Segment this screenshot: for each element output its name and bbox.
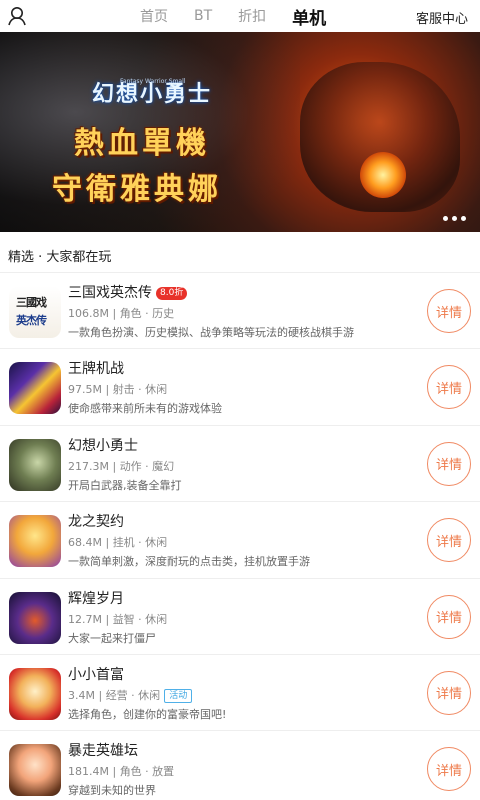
game-name: 暴走英雄坛 xyxy=(68,743,138,760)
top-bar: 首页 BT 折扣 单机 客服中心 xyxy=(0,0,480,35)
promo-banner[interactable]: 幻想小勇士 Fantasy Warrior Small 熱血單機 守衛雅典娜 xyxy=(0,32,480,232)
banner-page-indicator xyxy=(439,216,466,221)
game-size: 217.3M xyxy=(68,459,109,473)
game-meta: 68.4M | 挂机 · 休闲 xyxy=(68,536,168,550)
game-icon-longzhi xyxy=(9,515,61,568)
game-categories: 角色 · 历史 xyxy=(119,307,175,320)
user-icon[interactable] xyxy=(6,4,30,28)
game-name: 王牌机战 xyxy=(68,361,124,378)
list-item[interactable]: 幻想小勇士 217.3M | 动作 · 魔幻 开局白武器,装备全靠打 详情 xyxy=(0,426,480,503)
banner-fire-orb xyxy=(360,152,406,198)
details-button[interactable]: 详情 xyxy=(427,289,471,333)
discount-badge: 8.0折 xyxy=(156,287,188,300)
page-dot xyxy=(443,216,448,221)
event-tag: 活动 xyxy=(164,688,193,703)
game-meta: 181.4M | 角色 · 放置 xyxy=(68,765,175,779)
details-button[interactable]: 详情 xyxy=(427,365,471,410)
section-title: 精选 · 大家都在玩 xyxy=(8,250,112,265)
game-categories: 动作 · 魔幻 xyxy=(119,459,175,473)
game-size: 68.4M xyxy=(68,536,102,550)
banner-slogan-line-2: 守衛雅典娜 xyxy=(52,172,222,207)
game-categories: 经营 · 休闲 xyxy=(105,688,161,702)
page-dot xyxy=(461,216,466,221)
game-icon-sanguoxi: 三國戏 英杰传 xyxy=(9,286,61,338)
list-item[interactable]: 辉煌岁月 12.7M | 益智 · 休闲 大家一起来打僵尸 详情 xyxy=(0,579,480,655)
tab-bt[interactable]: BT xyxy=(194,8,212,24)
game-description: 开局白武器,装备全靠打 xyxy=(68,478,182,492)
game-meta: 97.5M | 射击 · 休闲 xyxy=(68,383,168,397)
game-name: 龙之契约 xyxy=(68,514,124,531)
game-description: 大家一起来打僵尸 xyxy=(68,631,156,645)
game-icon-baozou xyxy=(9,744,61,797)
list-item[interactable]: 王牌机战 97.5M | 射击 · 休闲 使命感带来前所未有的游戏体验 详情 xyxy=(0,349,480,426)
game-name: 小小首富 xyxy=(68,666,124,683)
game-meta: 106.8M | 角色 · 历史 xyxy=(68,307,175,320)
game-size: 3.4M xyxy=(68,688,95,702)
list-item[interactable]: 小小首富 3.4M | 经营 · 休闲 活动 选择角色，创建你的富豪帝国吧! 详情 xyxy=(0,655,480,732)
game-categories: 射击 · 休闲 xyxy=(112,383,168,397)
list-item[interactable]: 龙之契约 68.4M | 挂机 · 休闲 一款简单刺激，深度耐玩的点击类，挂机放… xyxy=(0,502,480,579)
banner-slogan-line-1: 熱血單機 xyxy=(74,126,210,161)
list-item[interactable]: 暴走英雄坛 181.4M | 角色 · 放置 穿越到未知的世界 详情 xyxy=(0,731,480,800)
details-button[interactable]: 详情 xyxy=(427,594,471,639)
game-name-text: 三国戏英杰传 xyxy=(68,285,152,301)
game-meta: 12.7M | 益智 · 休闲 xyxy=(68,612,168,626)
banner-logo-subtitle: Fantasy Warrior Small xyxy=(120,78,186,85)
icon-lettering: 英杰传 xyxy=(16,314,47,327)
game-size: 106.8M xyxy=(68,307,109,320)
page-dot xyxy=(452,216,457,221)
game-name: 辉煌岁月 xyxy=(68,590,124,607)
game-name: 三国戏英杰传 8.0折 xyxy=(68,282,188,302)
game-categories: 挂机 · 休闲 xyxy=(112,536,168,550)
game-description: 一款角色扮演、历史模拟、战争策略等玩法的硬核战棋手游 xyxy=(68,326,354,339)
customer-service-link[interactable]: 客服中心 xyxy=(416,8,468,27)
tab-home[interactable]: 首页 xyxy=(140,6,168,26)
game-description: 穿越到未知的世界 xyxy=(68,784,156,798)
list-item[interactable]: 三國戏 英杰传 三国戏英杰传 8.0折 106.8M | 角色 · 历史 一款角色… xyxy=(0,273,480,350)
details-button[interactable]: 详情 xyxy=(427,441,471,486)
game-icon-xiaoxiao xyxy=(9,667,61,720)
game-icon-huihuang xyxy=(9,591,61,644)
game-icon-wangpai xyxy=(9,362,61,415)
tab-bar: 首页 BT 折扣 单机 xyxy=(140,0,352,35)
game-size: 181.4M xyxy=(68,765,109,779)
game-list: 三國戏 英杰传 三国戏英杰传 8.0折 106.8M | 角色 · 历史 一款角色… xyxy=(0,273,480,800)
game-size: 12.7M xyxy=(68,612,102,626)
details-button[interactable]: 详情 xyxy=(427,747,471,792)
game-meta: 3.4M | 经营 · 休闲 活动 xyxy=(68,687,193,703)
game-size: 97.5M xyxy=(68,383,102,397)
icon-lettering: 三國戏 xyxy=(16,296,47,309)
game-name: 幻想小勇士 xyxy=(68,437,138,454)
tab-single-player[interactable]: 单机 xyxy=(292,4,326,35)
game-categories: 角色 · 放置 xyxy=(119,765,175,779)
tab-discount[interactable]: 折扣 xyxy=(238,6,266,26)
details-button[interactable]: 详情 xyxy=(427,518,471,563)
game-categories: 益智 · 休闲 xyxy=(112,612,168,626)
game-description: 选择角色，创建你的富豪帝国吧! xyxy=(68,707,227,721)
details-button[interactable]: 详情 xyxy=(427,670,471,715)
game-description: 一款简单刺激，深度耐玩的点击类，挂机放置手游 xyxy=(68,555,310,569)
game-description: 使命感带来前所未有的游戏体验 xyxy=(68,402,222,416)
game-icon-huanxiang xyxy=(9,438,61,491)
game-meta: 217.3M | 动作 · 魔幻 xyxy=(68,459,175,473)
